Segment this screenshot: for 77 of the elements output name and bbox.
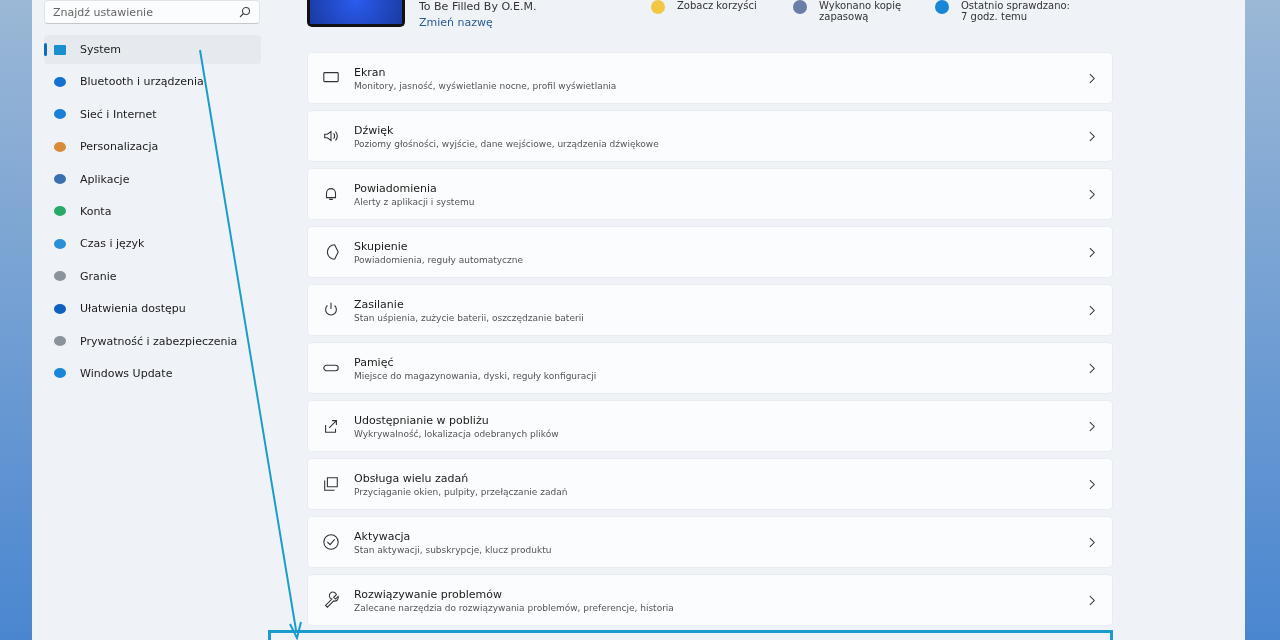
sidebar-item[interactable]: Ułatwienia dostępu bbox=[44, 294, 261, 324]
sidebar-item[interactable]: Konta bbox=[44, 196, 261, 226]
setting-description: Monitory, jasność, wyświetlanie nocne, profil wyświetlania bbox=[354, 80, 618, 91]
setting-description: Zalecane narzędzia do rozwiązywania problemów, preferencje, historia bbox=[354, 602, 675, 613]
setting-description: Alerty z aplikacji i systemu bbox=[354, 196, 476, 207]
sidebar-item[interactable]: Aplikacje bbox=[44, 164, 261, 194]
settings-card[interactable]: Dźwięk Poziomy głośności, wyjście, dane wejściowe, urządzenia dźwiękowe bbox=[307, 110, 1113, 162]
sidebar-item[interactable]: Prywatność i zabezpieczenia bbox=[44, 326, 261, 356]
sidebar-item[interactable]: Czas i język bbox=[44, 229, 261, 259]
chevron-icon bbox=[1089, 478, 1096, 490]
setting-icon bbox=[322, 475, 340, 493]
category-icon bbox=[54, 206, 66, 217]
chevron-icon bbox=[1089, 362, 1096, 374]
chevron-icon bbox=[1089, 72, 1096, 84]
settings-card[interactable]: Powiadomienia Alerty z aplikacji i systemu bbox=[307, 168, 1113, 220]
rename-link[interactable]: Zmień nazwę bbox=[419, 16, 651, 29]
setting-title: Zasilanie bbox=[354, 297, 405, 311]
setting-description: Stan uśpienia, zużycie baterii, oszczędzanie baterii bbox=[354, 312, 585, 323]
category-icon bbox=[54, 238, 66, 249]
status-text: Zobacz korzyści bbox=[677, 0, 758, 11]
category-icon bbox=[54, 44, 66, 55]
setting-description: Poziomy głośności, wyjście, dane wejściowe, urządzenia dźwiękowe bbox=[354, 138, 660, 149]
chevron-icon bbox=[1089, 594, 1096, 606]
category-icon bbox=[54, 109, 66, 120]
chevron-icon bbox=[1089, 420, 1096, 432]
settings-card[interactable]: Pamięć Miejsce do magazynowania, dyski, reguły konfiguracji bbox=[307, 342, 1113, 394]
chevron-icon bbox=[1089, 536, 1096, 548]
settings-card[interactable]: Udostępnianie w pobliżu Wykrywalność, lokalizacja odebranych plików bbox=[307, 400, 1113, 452]
status-text: Ostatnio sprawdzano: 7 godz. temu bbox=[961, 0, 1071, 22]
status-icon bbox=[793, 0, 807, 14]
category-icon bbox=[54, 76, 66, 87]
sidebar-item[interactable]: Sieć i Internet bbox=[44, 99, 261, 129]
sidebar-item[interactable]: System bbox=[44, 35, 261, 64]
setting-description: Wykrywalność, lokalizacja odebranych plików bbox=[354, 428, 560, 439]
category-icon bbox=[54, 368, 66, 379]
setting-icon bbox=[322, 127, 340, 145]
status-icon bbox=[935, 0, 949, 14]
setting-title: Aktywacja bbox=[354, 529, 412, 543]
settings-card[interactable]: Ekran Monitory, jasność, wyświetlanie nocne, profil wyświetlania bbox=[307, 52, 1113, 104]
search-field[interactable]: Znajdź ustawienie bbox=[44, 0, 260, 24]
setting-title: Udostępnianie w pobliżu bbox=[354, 413, 490, 427]
setting-title: Dźwięk bbox=[354, 123, 395, 137]
chevron-icon bbox=[1089, 304, 1096, 316]
category-icon bbox=[54, 141, 66, 152]
setting-description: Przyciąganie okien, pulpity, przełączanie zadań bbox=[354, 486, 569, 497]
device-name: To Be Filled By O.E.M. bbox=[419, 0, 538, 13]
settings-card[interactable]: Obsługa wielu zadań Przyciąganie okien, pulpity, przełączanie zadań bbox=[307, 458, 1113, 510]
category-icon bbox=[54, 336, 66, 346]
setting-title: Powiadomienia bbox=[354, 181, 438, 195]
settings-card[interactable]: Skupienie Powiadomienia, reguły automatyczne bbox=[307, 226, 1113, 278]
setting-icon bbox=[322, 533, 340, 551]
status-text: Wykonano kopię zapasową bbox=[819, 0, 903, 22]
setting-title: Obsługa wielu zadań bbox=[354, 471, 470, 485]
status-icon bbox=[651, 0, 665, 14]
setting-title: Rozwiązywanie problemów bbox=[354, 587, 503, 601]
sidebar-item[interactable]: Bluetooth i urządzenia bbox=[44, 67, 261, 97]
search-icon bbox=[239, 6, 251, 18]
setting-description: Powiadomienia, reguły automatyczne bbox=[354, 254, 524, 265]
sidebar-item[interactable]: Granie bbox=[44, 261, 261, 291]
sidebar-item[interactable]: Windows Update bbox=[44, 358, 261, 388]
setting-title: Skupienie bbox=[354, 239, 409, 253]
category-icon bbox=[54, 174, 66, 185]
setting-description: Miejsce do magazynowania, dyski, reguły konfiguracji bbox=[354, 370, 598, 381]
chevron-icon bbox=[1089, 130, 1096, 142]
setting-icon bbox=[322, 417, 340, 435]
sidebar-item[interactable]: Personalizacja bbox=[44, 132, 261, 162]
settings-card[interactable]: Aktywacja Stan aktywacji, subskrypcje, klucz produktu bbox=[307, 516, 1113, 568]
setting-title: Ekran bbox=[354, 65, 387, 79]
setting-title: Pamięć bbox=[354, 355, 395, 369]
setting-icon bbox=[322, 591, 340, 609]
settings-card[interactable]: Rozwiązywanie problemów Zalecane narzędzia do rozwiązywania problemów, preferencje, historia bbox=[307, 574, 1113, 626]
category-icon bbox=[54, 271, 66, 282]
chevron-icon bbox=[1089, 188, 1096, 200]
category-icon bbox=[54, 303, 66, 314]
setting-description: Stan aktywacji, subskrypcje, klucz produktu bbox=[354, 544, 553, 555]
settings-card[interactable]: Zasilanie Stan uśpienia, zużycie baterii, oszczędzanie baterii bbox=[307, 284, 1113, 336]
chevron-icon bbox=[1089, 246, 1096, 258]
